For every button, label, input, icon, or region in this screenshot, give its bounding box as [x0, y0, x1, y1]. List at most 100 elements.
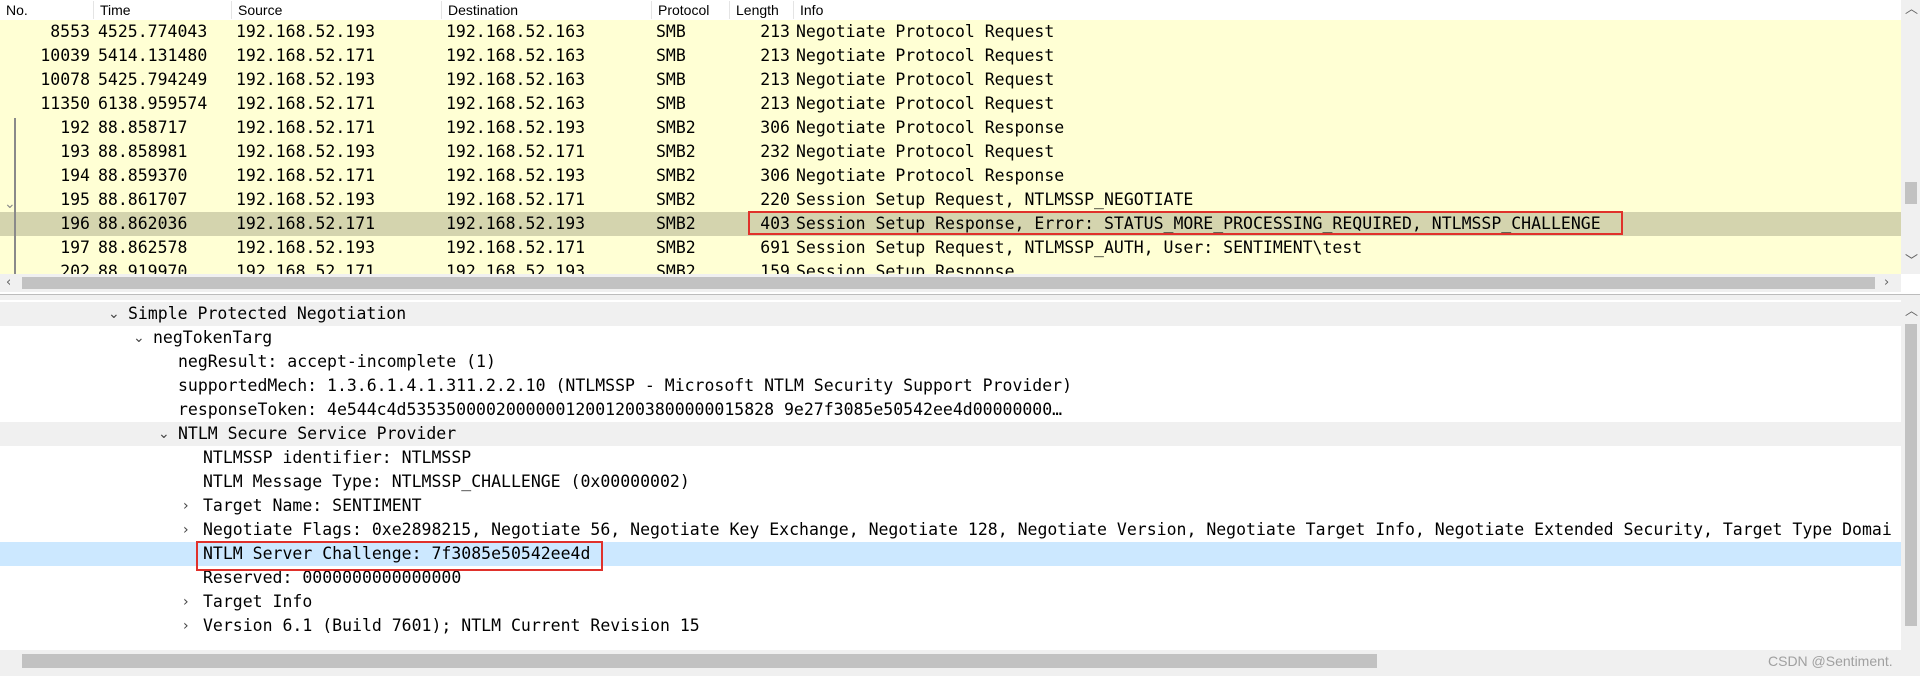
- packet-row[interactable]: 196 88.862036 192.168.52.171 192.168.52.193…: [0, 212, 1901, 236]
- packet-time: 88.861707: [98, 190, 188, 209]
- detail-tree-item[interactable]: ⌄ negTokenTarg: [0, 326, 1901, 350]
- column-header-protocol[interactable]: Protocol: [652, 1, 730, 19]
- packet-destination: 192.168.52.163: [446, 22, 586, 41]
- detail-tree-item[interactable]: supportedMech: 1.3.6.1.4.1.311.2.2.10 (N…: [0, 374, 1901, 398]
- packet-destination: 192.168.52.163: [446, 46, 586, 65]
- packet-time: 88.858717: [98, 118, 188, 137]
- packet-no: 192: [60, 118, 90, 137]
- packet-destination: 192.168.52.171: [446, 142, 586, 161]
- scroll-up-icon[interactable]: ︿: [1905, 2, 1918, 18]
- packet-no: 197: [60, 238, 90, 257]
- column-header-destination[interactable]: Destination: [442, 1, 652, 19]
- detail-tree-label: NTLM Secure Service Provider: [178, 424, 457, 443]
- packet-time: 88.862578: [98, 238, 188, 257]
- chevron-right-icon[interactable]: ›: [183, 494, 189, 518]
- packet-row[interactable]: 10039 5414.131480 192.168.52.171 192.168.52…: [0, 44, 1901, 68]
- detail-tree-item[interactable]: ⌄ NTLM Secure Service Provider: [0, 422, 1901, 446]
- scroll-up-icon[interactable]: ︿: [1905, 304, 1918, 320]
- packet-row[interactable]: 194 88.859370 192.168.52.171 192.168.52.193…: [0, 164, 1901, 188]
- packet-info: Negotiate Protocol Request: [796, 70, 1055, 89]
- detail-tree-item[interactable]: ⌄ Simple Protected Negotiation: [0, 302, 1901, 326]
- packet-destination: 192.168.52.163: [446, 94, 586, 113]
- conversation-end-icon: ⌄: [4, 196, 16, 212]
- chevron-right-icon[interactable]: ›: [183, 614, 189, 638]
- packet-source: 192.168.52.193: [236, 238, 376, 257]
- packet-row[interactable]: 8553 4525.774043 192.168.52.193 192.168.52.…: [0, 20, 1901, 44]
- packet-length: 232: [760, 142, 790, 161]
- packet-source: 192.168.52.171: [236, 94, 376, 113]
- packet-info: Negotiate Protocol Request: [796, 46, 1055, 65]
- packet-time: 5425.794249: [98, 70, 208, 89]
- column-header-info[interactable]: Info: [794, 1, 1901, 19]
- packet-source: 192.168.52.171: [236, 166, 376, 185]
- details-vscroll-thumb[interactable]: [1905, 324, 1917, 626]
- column-header-length[interactable]: Length: [730, 1, 794, 19]
- packet-no: 196: [60, 214, 90, 233]
- detail-tree-item[interactable]: Reserved: 0000000000000000: [0, 566, 1901, 590]
- detail-tree-item[interactable]: responseToken: 4e544c4d53535000020000001…: [0, 398, 1901, 422]
- packet-source: 192.168.52.193: [236, 22, 376, 41]
- packet-source: 192.168.52.171: [236, 214, 376, 233]
- packet-time: 6138.959574: [98, 94, 208, 113]
- packet-info: Session Setup Request, NTLMSSP_NEGOTIATE: [796, 190, 1194, 209]
- packet-row[interactable]: 197 88.862578 192.168.52.193 192.168.52.171…: [0, 236, 1901, 260]
- packet-list-hscrollbar[interactable]: ‹ ›: [0, 274, 1901, 292]
- detail-tree-item[interactable]: › Version 6.1 (Build 7601); NTLM Current …: [0, 614, 1901, 638]
- packet-list-vscrollbar[interactable]: ︿ ﹀: [1901, 0, 1920, 274]
- packet-row[interactable]: 11350 6138.959574 192.168.52.171 192.168.52…: [0, 92, 1901, 116]
- packet-length: 213: [760, 70, 790, 89]
- chevron-right-icon[interactable]: ›: [183, 518, 189, 542]
- column-header-no[interactable]: No.: [0, 1, 94, 19]
- packet-source: 192.168.52.171: [236, 118, 376, 137]
- packet-source: 192.168.52.193: [236, 70, 376, 89]
- scroll-left-icon[interactable]: ‹: [6, 275, 11, 291]
- packet-protocol: SMB2: [656, 190, 696, 209]
- details-hscroll-thumb[interactable]: [22, 654, 1377, 668]
- detail-tree-item[interactable]: › Target Name: SENTIMENT: [0, 494, 1901, 518]
- packet-no: 195: [60, 190, 90, 209]
- packet-row[interactable]: 10078 5425.794249 192.168.52.193 192.168.52…: [0, 68, 1901, 92]
- packet-destination: 192.168.52.163: [446, 70, 586, 89]
- packet-list-vscroll-thumb[interactable]: [1905, 182, 1917, 204]
- packet-source: 192.168.52.193: [236, 142, 376, 161]
- details-hscrollbar[interactable]: [0, 650, 1901, 672]
- packet-source: 192.168.52.171: [236, 46, 376, 65]
- packet-protocol: SMB: [656, 22, 686, 41]
- column-header-time[interactable]: Time: [94, 1, 232, 19]
- packet-protocol: SMB: [656, 46, 686, 65]
- chevron-down-icon[interactable]: ⌄: [133, 326, 145, 350]
- packet-no: 11350: [40, 94, 90, 113]
- packet-info: Negotiate Protocol Response: [796, 118, 1065, 137]
- detail-tree-label: negResult: accept-incomplete (1): [178, 352, 496, 371]
- packet-list-hscroll-thumb[interactable]: [22, 277, 1875, 289]
- packet-info: Negotiate Protocol Request: [796, 94, 1055, 113]
- packet-info: Negotiate Protocol Response: [796, 166, 1065, 185]
- packet-list: 8553 4525.774043 192.168.52.193 192.168.52.…: [0, 20, 1901, 274]
- packet-row[interactable]: 202 88.919970 192.168.52.171 192.168.52.193…: [0, 260, 1901, 274]
- chevron-down-icon[interactable]: ⌄: [108, 302, 120, 326]
- packet-row[interactable]: 193 88.858981 192.168.52.193 192.168.52.171…: [0, 140, 1901, 164]
- detail-tree-item[interactable]: › Negotiate Flags: 0xe2898215, Negotiate …: [0, 518, 1901, 542]
- detail-tree-label: Target Name: SENTIMENT: [203, 496, 422, 515]
- packet-list-pane: No. Time Source Destination Protocol Len…: [0, 0, 1920, 294]
- column-header-source[interactable]: Source: [232, 1, 442, 19]
- packet-protocol: SMB: [656, 94, 686, 113]
- packet-row[interactable]: 192 88.858717 192.168.52.171 192.168.52.193…: [0, 116, 1901, 140]
- details-vscrollbar[interactable]: ︿: [1901, 300, 1920, 650]
- detail-tree-item[interactable]: › Target Info: [0, 590, 1901, 614]
- packet-time: 4525.774043: [98, 22, 208, 41]
- detail-tree-item[interactable]: negResult: accept-incomplete (1): [0, 350, 1901, 374]
- packet-info: Negotiate Protocol Request: [796, 22, 1055, 41]
- detail-tree-item[interactable]: NTLM Server Challenge: 7f3085e50542ee4d: [0, 542, 1901, 566]
- detail-tree-label: Target Info: [203, 592, 313, 611]
- chevron-down-icon[interactable]: ⌄: [158, 422, 170, 446]
- detail-tree-item[interactable]: NTLMSSP identifier: NTLMSSP: [0, 446, 1901, 470]
- scroll-right-icon[interactable]: ›: [1884, 275, 1889, 291]
- packet-list-header: No. Time Source Destination Protocol Len…: [0, 0, 1901, 21]
- packet-row[interactable]: 195 88.861707 192.168.52.193 192.168.52.171…: [0, 188, 1901, 212]
- packet-length: 213: [760, 94, 790, 113]
- detail-tree-item[interactable]: NTLM Message Type: NTLMSSP_CHALLENGE (0x…: [0, 470, 1901, 494]
- packet-destination: 192.168.52.193: [446, 214, 586, 233]
- chevron-right-icon[interactable]: ›: [183, 590, 189, 614]
- scroll-down-icon[interactable]: ﹀: [1905, 254, 1918, 270]
